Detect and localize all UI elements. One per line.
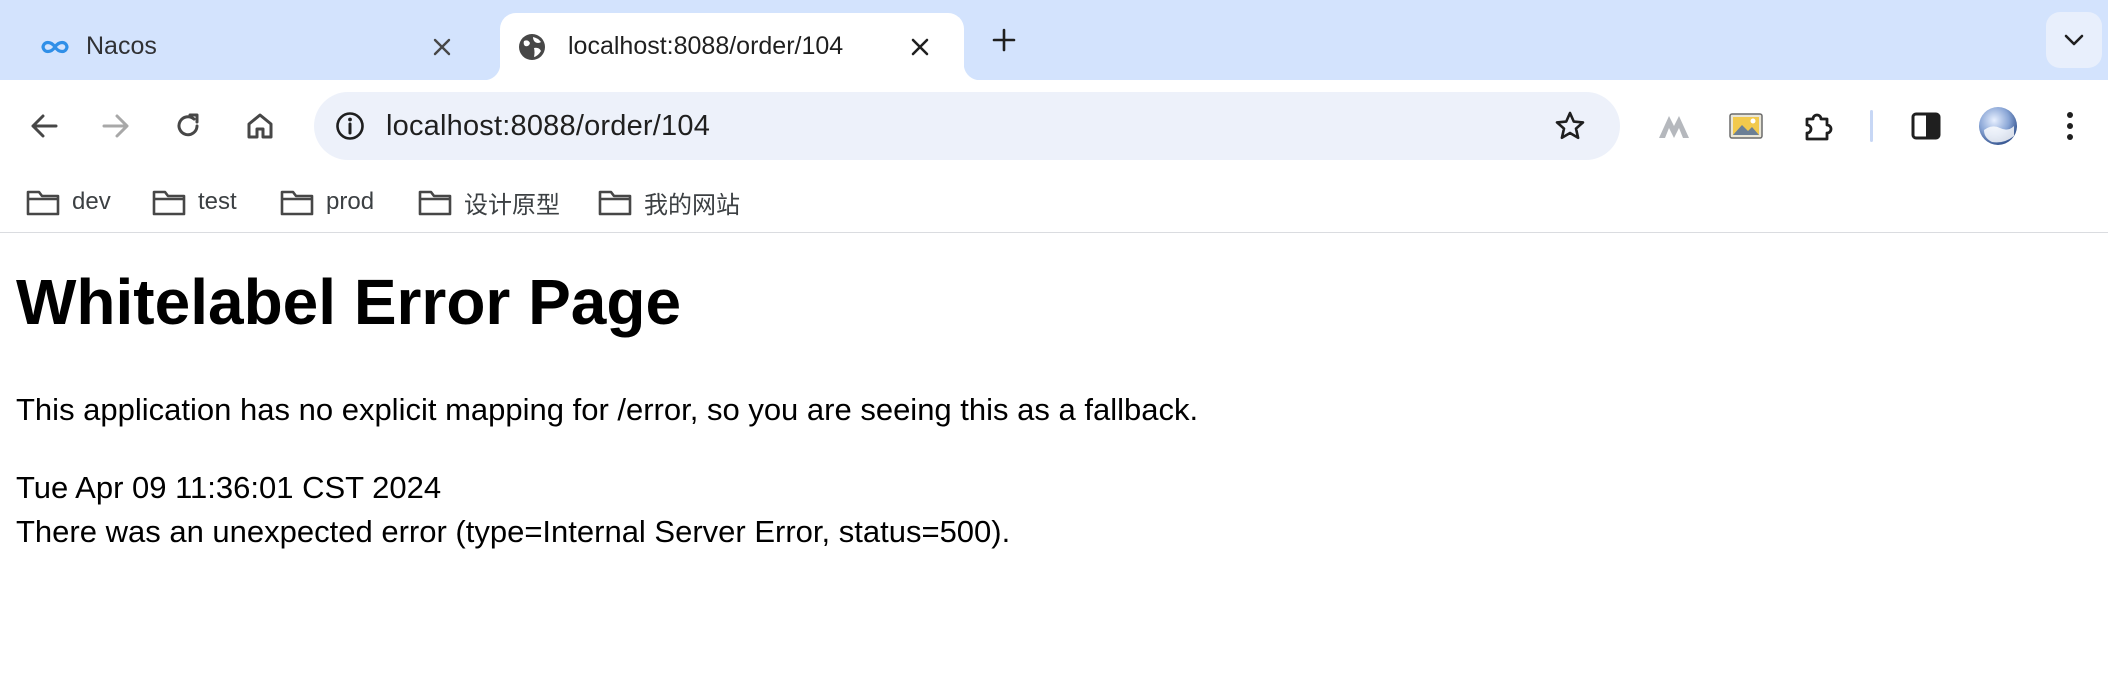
browser-window: Nacos localhost:8088/order/104 localhost… [0,0,2108,233]
page-heading: Whitelabel Error Page [16,266,682,338]
folder-icon [280,188,314,216]
bookmark-folder-design-prototype[interactable]: 设计原型 [418,182,560,222]
bookmarks-bar: dev test prod 设计原型 我的网站 [0,172,2108,233]
forward-arrow-icon [102,114,129,138]
forward-button[interactable] [96,106,136,146]
more-menu-icon[interactable] [2050,106,2090,146]
address-bar[interactable]: localhost:8088/order/104 [314,92,1620,160]
url-text[interactable]: localhost:8088/order/104 [386,110,710,143]
home-button[interactable] [240,106,280,146]
reload-button[interactable] [168,106,208,146]
tab-title: Nacos [86,32,157,60]
tab-strip: Nacos localhost:8088/order/104 [0,0,2108,80]
folder-icon [418,188,452,216]
folder-icon [26,188,60,216]
nacos-logo-icon [38,37,72,57]
extension-a-icon[interactable] [1654,106,1694,146]
toolbar-divider [1870,110,1873,142]
extension-image-icon[interactable] [1726,106,1766,146]
close-icon[interactable] [422,27,462,67]
bookmark-folder-prod[interactable]: prod [280,182,374,222]
profile-avatar[interactable] [1978,106,2018,146]
folder-icon [598,188,632,216]
bookmark-folder-my-website[interactable]: 我的网站 [598,182,740,222]
close-icon[interactable] [900,27,940,67]
back-button[interactable] [24,106,64,146]
site-info-icon[interactable] [330,106,370,146]
tab-search-button[interactable] [2046,12,2102,68]
bookmark-label: dev [72,188,111,215]
bookmark-label: prod [326,188,375,215]
toolbar: localhost:8088/order/104 [0,80,2108,172]
globe-icon [518,33,546,61]
reload-icon [177,113,199,137]
error-timestamp: Tue Apr 09 11:36:01 CST 2024 [16,470,442,505]
extensions-puzzle-icon[interactable] [1798,106,1838,146]
error-message: There was an unexpected error (type=Inte… [16,514,1011,549]
tab-nacos[interactable]: Nacos [0,13,490,80]
home-icon [247,113,273,139]
bookmark-label: test [198,188,237,215]
chevron-down-icon [2064,34,2084,46]
tab-localhost-order[interactable]: localhost:8088/order/104 [484,13,980,80]
folder-icon [152,188,186,216]
back-arrow-icon [31,114,58,138]
tab-title: localhost:8088/order/104 [568,32,844,60]
side-panel-icon[interactable] [1906,106,1946,146]
bookmark-folder-test[interactable]: test [152,182,237,222]
plus-icon [992,28,1016,52]
error-description: This application has no explicit mapping… [16,392,1199,427]
bookmark-label: 设计原型 [464,191,560,219]
bookmark-label: 我的网站 [644,191,740,219]
bookmark-star-icon[interactable] [1550,106,1590,146]
new-tab-button[interactable] [984,20,1024,60]
bookmark-folder-dev[interactable]: dev [26,182,111,222]
